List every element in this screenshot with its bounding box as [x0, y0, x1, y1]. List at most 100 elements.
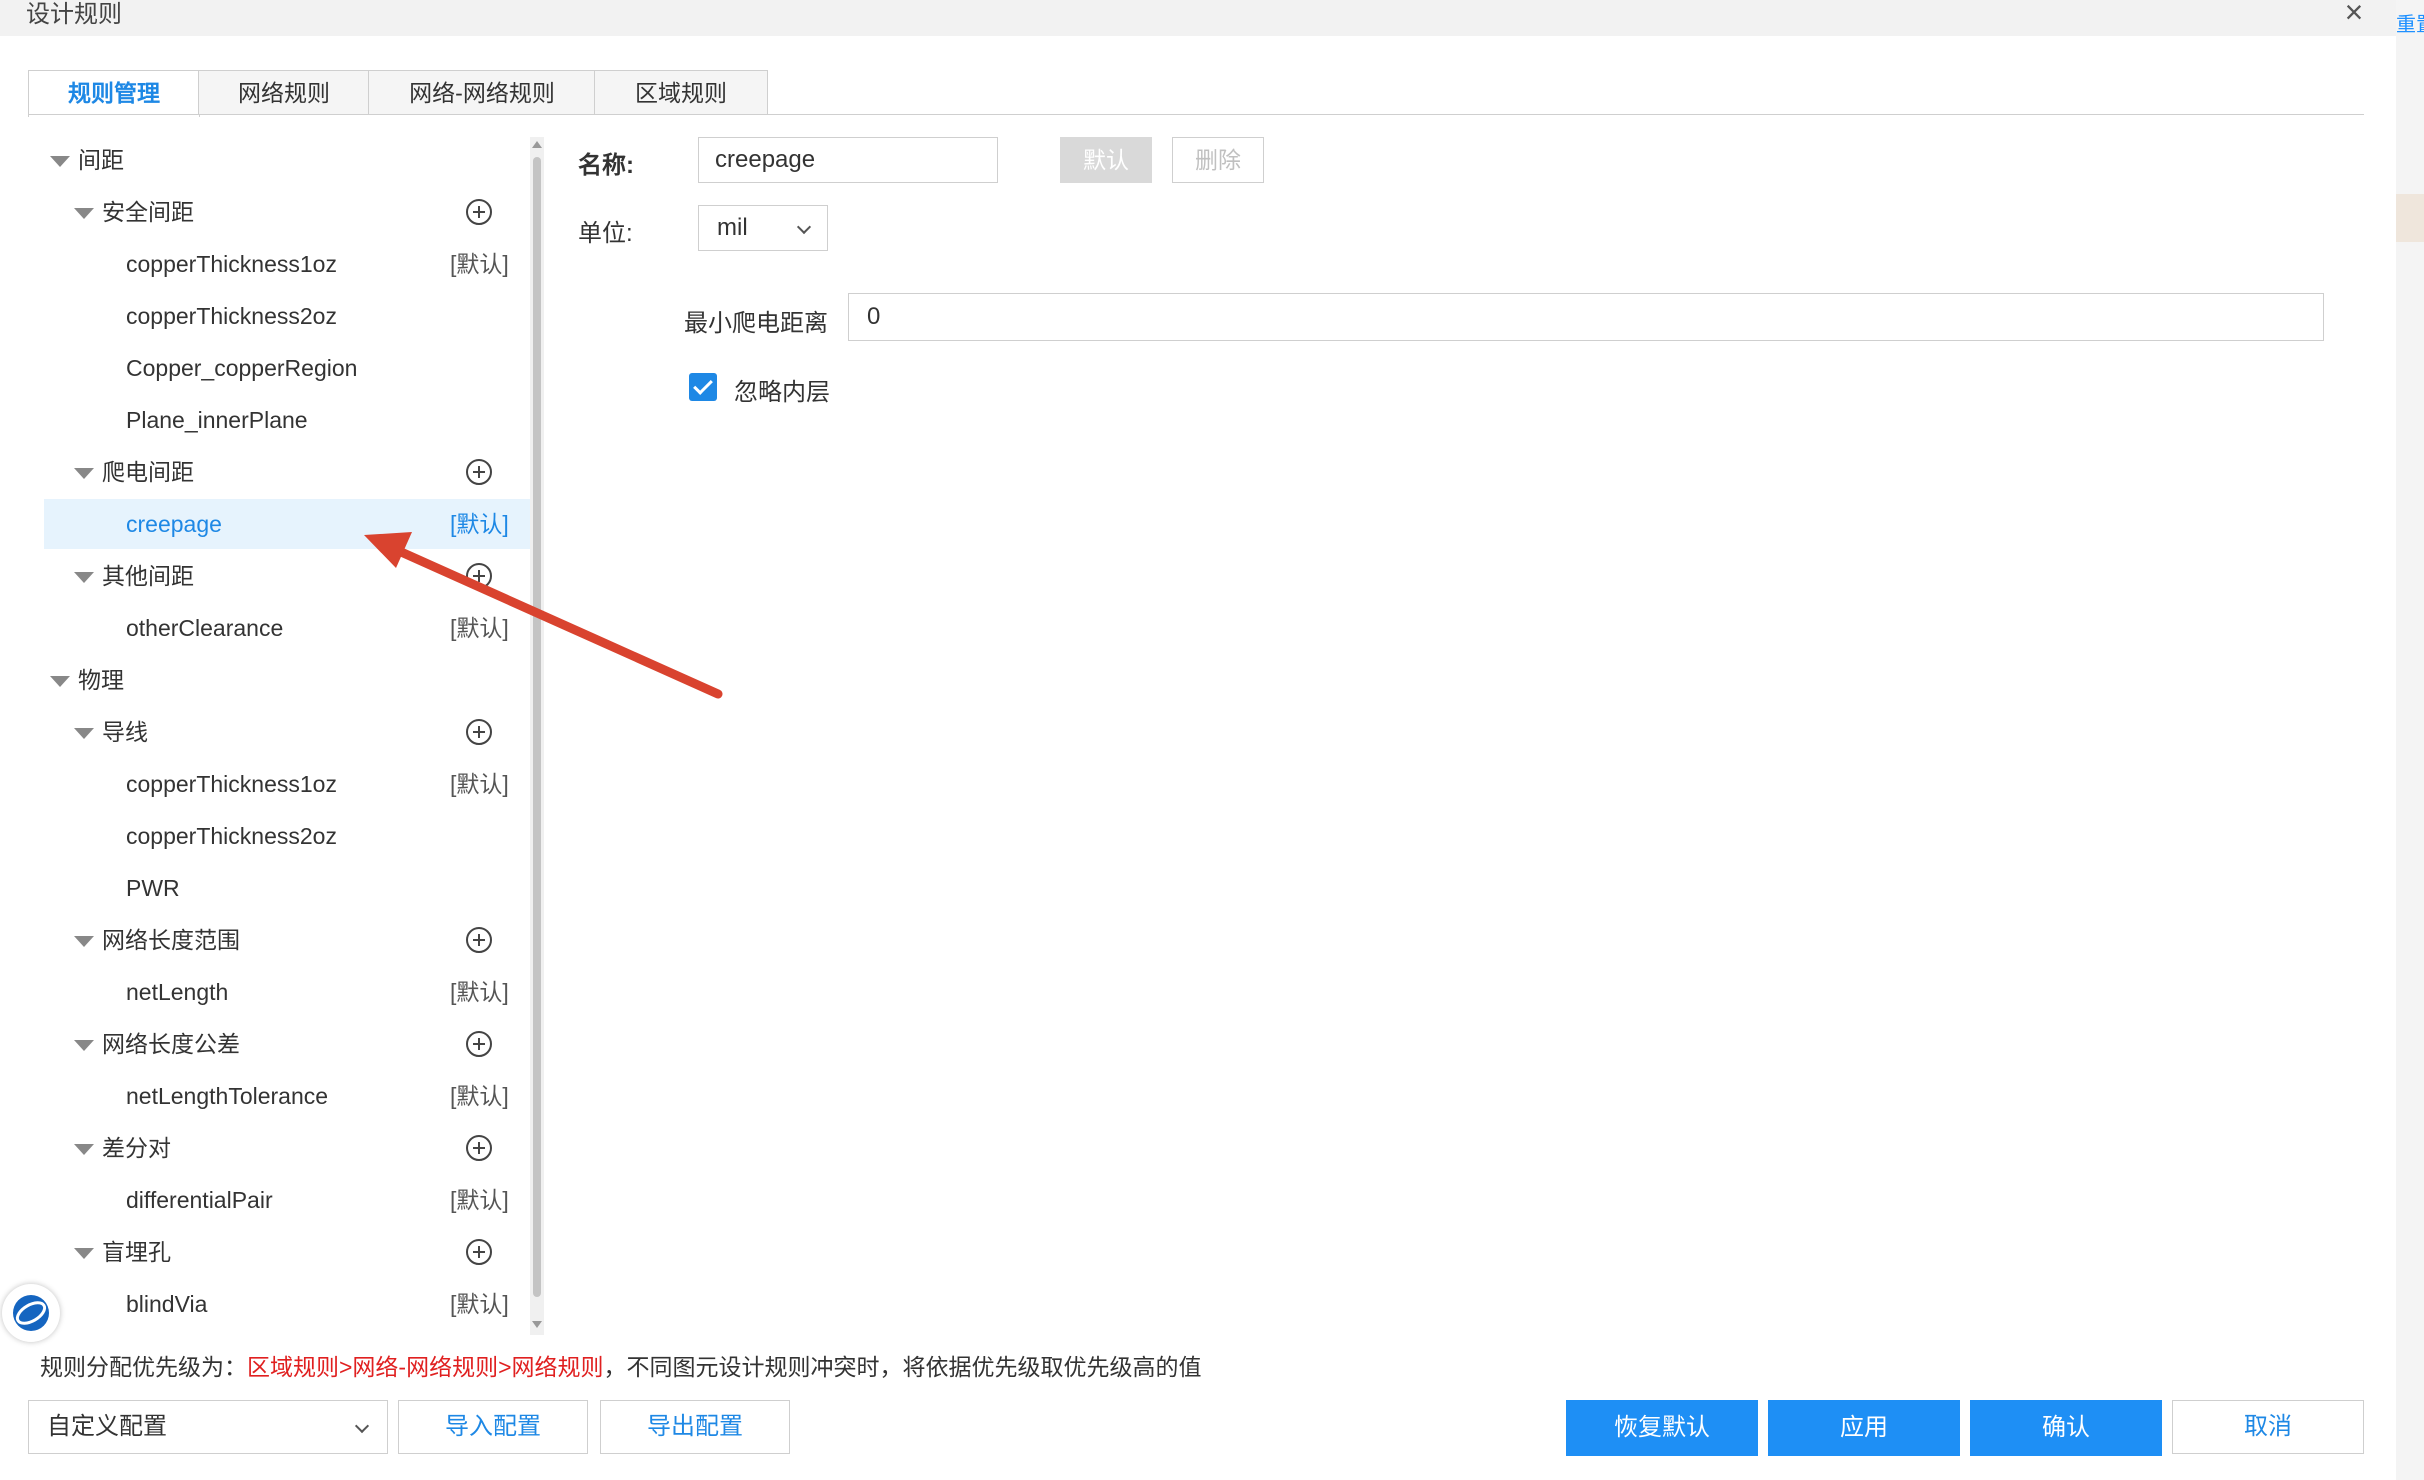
tree-rule-item[interactable]: copperThickness1oz [默认] — [44, 759, 530, 809]
config-select[interactable]: 自定义配置 — [28, 1400, 388, 1454]
tree-item-label: otherClearance — [126, 615, 284, 641]
ignore-inner-label: 忽略内层 — [734, 379, 830, 406]
min-creepage-field[interactable]: 0 — [848, 293, 2324, 341]
tree-category[interactable]: 爬电间距 — [44, 447, 530, 497]
tree-category[interactable]: 网络长度公差 — [44, 1019, 530, 1069]
tree-rule-item[interactable]: Plane_innerPlane — [44, 395, 530, 445]
tree-category[interactable]: 间距 — [44, 135, 530, 185]
scroll-thumb[interactable] — [533, 157, 541, 1297]
tree-item-label: differentialPair — [126, 1187, 273, 1213]
tree-item-label: Copper_copperRegion — [126, 355, 358, 381]
apply-button[interactable]: 应用 — [1768, 1400, 1960, 1456]
add-rule-icon[interactable] — [466, 563, 492, 589]
default-tag: [默认] — [450, 615, 509, 641]
tree-category[interactable]: 盲埋孔 — [44, 1227, 530, 1277]
tree-category[interactable]: 其他间距 — [44, 551, 530, 601]
cancel-button[interactable]: 取消 — [2172, 1400, 2364, 1454]
tree-rule-item[interactable]: netLengthTolerance [默认] — [44, 1071, 530, 1121]
tree-rule-item[interactable]: blindVia [默认] — [44, 1279, 530, 1329]
name-label: 名称: — [578, 152, 634, 179]
caret-down-icon[interactable] — [74, 468, 94, 479]
caret-down-icon[interactable] — [74, 1248, 94, 1259]
chevron-down-icon — [796, 219, 812, 235]
tree-item-label: blindVia — [126, 1291, 208, 1317]
tree-item-label: 网络长度公差 — [102, 1031, 240, 1057]
add-rule-icon[interactable] — [466, 1239, 492, 1265]
assistant-glyph-icon — [13, 1295, 49, 1331]
default-tag: [默认] — [450, 1083, 509, 1109]
tree-rule-item[interactable]: copperThickness2oz — [44, 811, 530, 861]
default-tag: [默认] — [450, 979, 509, 1005]
default-tag: [默认] — [450, 1291, 509, 1317]
background-window-strip: 重置 — [2396, 0, 2424, 1480]
tree-rule-item[interactable]: copperThickness2oz — [44, 291, 530, 341]
add-rule-icon[interactable] — [466, 719, 492, 745]
tab-net-net-rules[interactable]: 网络-网络规则 — [368, 70, 596, 115]
tree-rule-item[interactable]: copperThickness1oz [默认] — [44, 239, 530, 289]
unit-value: mil — [717, 214, 748, 241]
add-rule-icon[interactable] — [466, 927, 492, 953]
unit-select[interactable]: mil — [698, 205, 828, 251]
caret-down-icon[interactable] — [50, 156, 70, 167]
caret-down-icon[interactable] — [74, 728, 94, 739]
tree-item-label: copperThickness1oz — [126, 251, 337, 277]
rule-tree: 间距 安全间距 copperThickness1oz [默认] copperThickn… — [44, 135, 530, 1335]
tree-category[interactable]: 物理 — [44, 655, 530, 705]
priority-suffix: ，不同图元设计规则冲突时，将依据优先级取优先级高的值 — [603, 1354, 1202, 1380]
caret-down-icon[interactable] — [74, 936, 94, 947]
design-rules-dialog: 设计规则 × 规则管理 网络规则 网络-网络规则 区域规则 间距 安全间距 copp… — [0, 0, 2396, 1480]
priority-prefix: 规则分配优先级为： — [40, 1354, 247, 1380]
tree-category[interactable]: 安全间距 — [44, 187, 530, 237]
tree-rule-item[interactable]: PWR — [44, 863, 530, 913]
config-value: 自定义配置 — [47, 1413, 167, 1440]
restore-default-button[interactable]: 恢复默认 — [1566, 1400, 1758, 1456]
scroll-up-icon[interactable] — [532, 141, 542, 148]
background-reset-link: 重置 — [2396, 14, 2424, 36]
min-creepage-label: 最小爬电距离 — [684, 310, 828, 337]
tree-rule-item[interactable]: Copper_copperRegion — [44, 343, 530, 393]
add-rule-icon[interactable] — [466, 199, 492, 225]
assistant-icon[interactable] — [2, 1284, 60, 1342]
confirm-button[interactable]: 确认 — [1970, 1400, 2162, 1456]
tree-item-label: netLengthTolerance — [126, 1083, 329, 1109]
tree-category[interactable]: 差分对 — [44, 1123, 530, 1173]
tree-rule-item[interactable]: otherClearance [默认] — [44, 603, 530, 653]
set-default-button[interactable]: 默认 — [1060, 137, 1152, 183]
tab-net-rules[interactable]: 网络规则 — [198, 70, 370, 115]
tree-rule-item[interactable]: netLength [默认] — [44, 967, 530, 1017]
tree-category[interactable]: 导线 — [44, 707, 530, 757]
tree-item-label: 网络长度范围 — [102, 927, 240, 953]
scroll-down-icon[interactable] — [532, 1321, 542, 1328]
add-rule-icon[interactable] — [466, 459, 492, 485]
tree-item-label: PWR — [126, 875, 180, 901]
caret-down-icon[interactable] — [74, 1040, 94, 1051]
delete-button[interactable]: 删除 — [1172, 137, 1264, 183]
default-tag: [默认] — [450, 511, 509, 537]
dialog-title: 设计规则 — [26, 1, 122, 28]
tree-rule-item[interactable]: creepage [默认] — [44, 499, 530, 549]
tree-rule-item[interactable]: differentialPair [默认] — [44, 1175, 530, 1225]
add-rule-icon[interactable] — [466, 1031, 492, 1057]
unit-label: 单位: — [578, 220, 633, 247]
tab-rule-management[interactable]: 规则管理 — [28, 70, 200, 117]
ignore-inner-checkbox[interactable] — [689, 373, 717, 401]
caret-down-icon[interactable] — [50, 676, 70, 687]
caret-down-icon[interactable] — [74, 208, 94, 219]
close-icon[interactable]: × — [2338, 0, 2370, 30]
caret-down-icon[interactable] — [74, 572, 94, 583]
tree-scrollbar[interactable] — [530, 137, 544, 1335]
tree-item-label: 差分对 — [102, 1135, 171, 1161]
export-config-button[interactable]: 导出配置 — [600, 1400, 790, 1454]
default-tag: [默认] — [450, 1187, 509, 1213]
title-bar: 设计规则 × — [0, 0, 2396, 36]
caret-down-icon[interactable] — [74, 1144, 94, 1155]
name-field[interactable]: creepage — [698, 137, 998, 183]
tree-item-label: 其他间距 — [102, 563, 194, 589]
tree-category[interactable]: 网络长度范围 — [44, 915, 530, 965]
tree-item-label: netLength — [126, 979, 229, 1005]
import-config-button[interactable]: 导入配置 — [398, 1400, 588, 1454]
tab-region-rules[interactable]: 区域规则 — [594, 70, 768, 115]
tree-item-label: copperThickness1oz — [126, 771, 337, 797]
tree-item-label: 爬电间距 — [102, 459, 194, 485]
add-rule-icon[interactable] — [466, 1135, 492, 1161]
